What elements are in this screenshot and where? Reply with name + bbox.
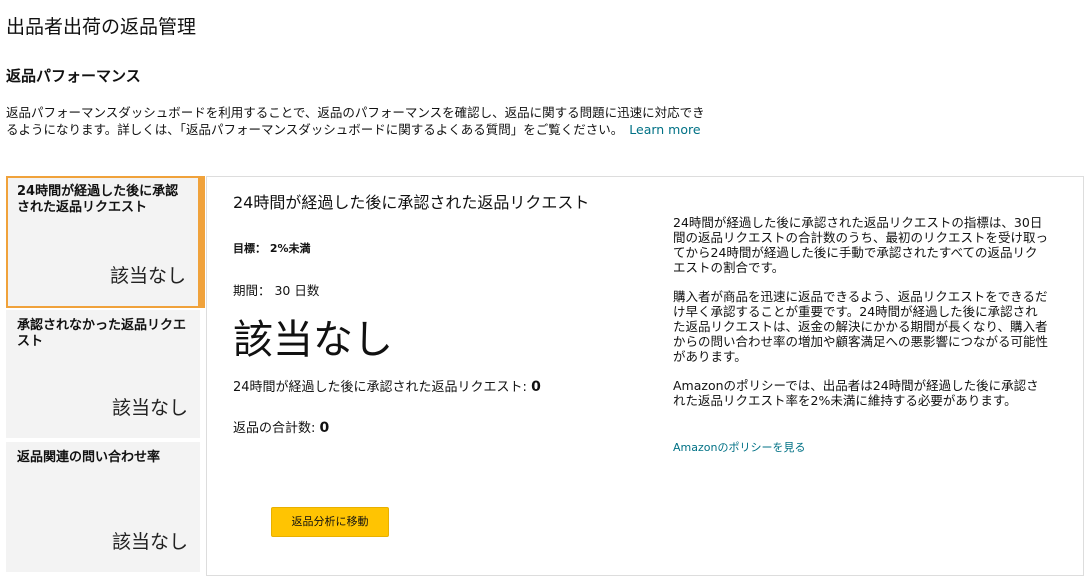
detail-target: 目標： 2%未満 (233, 242, 311, 255)
metric-card-value: 該当なし (111, 397, 188, 419)
active-indicator (200, 176, 205, 308)
metric-card-title: 24時間が経過した後に承認された返品リクエスト (17, 184, 179, 215)
go-to-return-analytics-button[interactable]: 返品分析に移動 (271, 507, 389, 537)
metric-detail-panel: 24時間が経過した後に承認された返品リクエスト 目標： 2%未満 期間： 30 … (206, 176, 1084, 576)
metric-card-late-approval[interactable]: 24時間が経過した後に承認された返品リクエスト 該当なし (6, 176, 200, 308)
section-title: 返品パフォーマンス (6, 67, 141, 85)
detail-description: 24時間が経過した後に承認された返品リクエストの指標は、30日間の返品リクエスト… (673, 215, 1049, 422)
metric-card-not-approved[interactable]: 承認されなかった返品リクエスト 該当なし (6, 310, 200, 438)
description-paragraph: 24時間が経過した後に承認された返品リクエストの指標は、30日間の返品リクエスト… (673, 215, 1049, 275)
metric-card-title: 返品関連の問い合わせ率 (17, 450, 161, 465)
detail-title: 24時間が経過した後に承認された返品リクエスト (233, 193, 590, 212)
late-approval-label: 24時間が経過した後に承認された返品リクエスト: (233, 380, 532, 395)
metric-card-contact-rate[interactable]: 返品関連の問い合わせ率 該当なし (6, 442, 200, 572)
policy-link[interactable]: Amazonのポリシーを見る (673, 439, 805, 455)
description-paragraph: Amazonのポリシーでは、出品者は24時間が経過した後に承認された返品リクエス… (673, 378, 1039, 408)
late-approval-number: 0 (531, 379, 541, 395)
metric-card-title: 承認されなかった返品リクエスト (17, 318, 187, 349)
page-title: 出品者出荷の返品管理 (6, 16, 197, 38)
metric-card-value: 該当なし (109, 265, 186, 287)
detail-value: 該当なし (233, 317, 393, 363)
intro-text: 返品パフォーマンスダッシュボードを利用することで、返品のパフォーマンスを確認し、… (6, 104, 706, 138)
description-paragraph: 購入者が商品を迅速に返品できるよう、返品リクエストをできるだけ早く承認することが… (673, 289, 1049, 364)
learn-more-link[interactable]: Learn more (629, 122, 700, 137)
total-returns-label: 返品の合計数: (233, 421, 320, 436)
late-approval-count: 24時間が経過した後に承認された返品リクエスト: 0 (233, 376, 541, 395)
total-returns-number: 0 (319, 420, 330, 436)
detail-period: 期間： 30 日数 (233, 283, 320, 298)
metric-card-value: 該当なし (111, 531, 188, 553)
intro-description: 返品パフォーマンスダッシュボードを利用することで、返品のパフォーマンスを確認し、… (6, 105, 705, 137)
total-returns-count: 返品の合計数: 0 (233, 417, 329, 436)
